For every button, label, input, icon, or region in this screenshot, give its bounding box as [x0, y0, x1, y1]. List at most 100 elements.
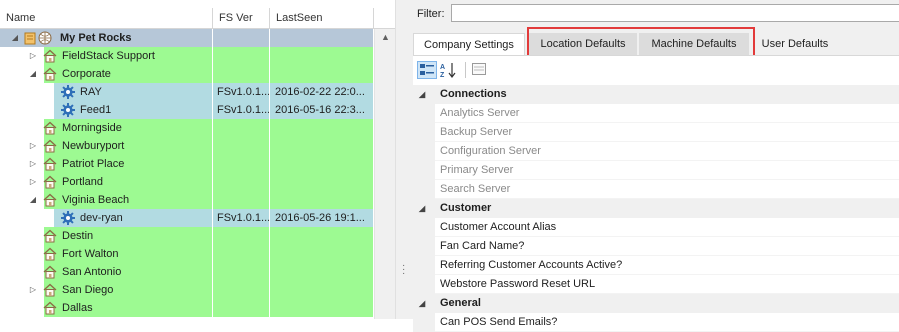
- property-label: Configuration Server: [440, 145, 541, 157]
- tree-row[interactable]: ▷ Portland: [0, 173, 374, 191]
- tree-row[interactable]: Dallas: [0, 299, 374, 317]
- property-gutter: [413, 256, 435, 275]
- property-row[interactable]: Search Server: [413, 180, 899, 199]
- tree-row[interactable]: RAY FSv1.0.1... 2016-02-22 22:0...: [0, 83, 374, 101]
- property-row[interactable]: Customer Account Alias: [413, 218, 899, 237]
- house-icon: [42, 120, 58, 136]
- last-seen-cell: [270, 155, 374, 173]
- tree-node-label: San Antonio: [62, 266, 122, 278]
- property-row[interactable]: Analytics Server: [413, 104, 899, 123]
- tree-row[interactable]: ◢ Corporate: [0, 65, 374, 83]
- row-highlight: [54, 83, 212, 101]
- column-header-name[interactable]: Name: [0, 8, 213, 28]
- splitter-grip-icon[interactable]: · · ·: [402, 261, 406, 279]
- collapse-arrow-icon[interactable]: ◢: [419, 294, 425, 313]
- fs-ver-cell: [213, 299, 270, 317]
- house-icon: [42, 246, 58, 262]
- name-cell: San Antonio: [0, 263, 213, 281]
- svg-text:A: A: [440, 64, 445, 71]
- toolbar-separator: [465, 62, 466, 78]
- name-cell: ◢ Viginia Beach: [0, 191, 213, 209]
- last-seen-cell: [270, 281, 374, 299]
- tree-row[interactable]: ▷ Patriot Place: [0, 155, 374, 173]
- fs-ver-cell: [213, 155, 270, 173]
- last-seen-cell: [270, 119, 374, 137]
- expand-arrow-icon[interactable]: ▷: [28, 47, 38, 65]
- property-gutter: [413, 218, 435, 237]
- name-cell: ◢ My Pet Rocks: [0, 29, 213, 47]
- property-pages-icon[interactable]: [470, 61, 490, 79]
- property-gutter: [413, 313, 435, 332]
- property-category[interactable]: ◢ Connections: [413, 85, 899, 104]
- panel-splitter[interactable]: · · ·: [395, 0, 414, 319]
- expand-arrow-icon[interactable]: ▷: [28, 137, 38, 155]
- tree-node-label: Corporate: [62, 68, 111, 80]
- property-row[interactable]: Webstore Password Reset URL: [413, 275, 899, 294]
- tree-node-label: San Diego: [62, 284, 114, 296]
- property-label: Can POS Send Emails?: [440, 316, 558, 328]
- tab-machine-defaults[interactable]: Machine Defaults: [639, 33, 749, 55]
- expand-arrow-icon[interactable]: ▷: [28, 281, 38, 299]
- house-icon: [42, 282, 58, 298]
- tree-row[interactable]: ▷ San Diego: [0, 281, 374, 299]
- name-cell: Morningside: [0, 119, 213, 137]
- tree-row[interactable]: ▷ Newburyport: [0, 137, 374, 155]
- settings-tabs: Company Settings Location Defaults Machi…: [413, 33, 899, 55]
- filter-input[interactable]: [451, 4, 899, 22]
- scroll-up-arrow-icon[interactable]: ▲: [375, 29, 395, 46]
- column-header-last-seen[interactable]: LastSeen: [270, 8, 374, 28]
- property-row[interactable]: Referring Customer Accounts Active?: [413, 256, 899, 275]
- alphabetical-sort-icon[interactable]: A Z: [439, 61, 459, 79]
- last-seen-cell: [270, 263, 374, 281]
- row-highlight: [54, 101, 212, 119]
- property-category[interactable]: ◢ Customer: [413, 199, 899, 218]
- collapse-arrow-icon[interactable]: ◢: [28, 65, 38, 83]
- collapse-arrow-icon[interactable]: ◢: [28, 191, 38, 209]
- house-icon: [42, 300, 58, 316]
- property-gutter: [413, 180, 435, 199]
- tree-node-label: Destin: [62, 230, 94, 242]
- tree-row[interactable]: Morningside: [0, 119, 374, 137]
- property-row[interactable]: Backup Server: [413, 123, 899, 142]
- fs-ver-cell: [213, 227, 270, 245]
- tab-location-defaults[interactable]: Location Defaults: [529, 33, 637, 55]
- expand-arrow-icon[interactable]: ▷: [28, 173, 38, 191]
- column-header-fs-ver[interactable]: FS Ver: [213, 8, 270, 28]
- vertical-scrollbar[interactable]: ▲: [374, 29, 395, 319]
- property-category[interactable]: ◢ General: [413, 294, 899, 313]
- last-seen-cell: [270, 227, 374, 245]
- categorized-icon[interactable]: [417, 61, 437, 79]
- tab-user-defaults[interactable]: User Defaults: [756, 33, 834, 55]
- tree-row[interactable]: dev-ryan FSv1.0.1... 2016-05-26 19:1...: [0, 209, 374, 227]
- last-seen-cell: 2016-05-16 22:3...: [270, 101, 374, 119]
- collapse-arrow-icon[interactable]: ◢: [419, 85, 425, 104]
- category-label: Connections: [440, 88, 507, 100]
- property-grid-toolbar: A Z: [413, 56, 899, 84]
- name-cell: ▷ San Diego: [0, 281, 213, 299]
- property-row[interactable]: Configuration Server: [413, 142, 899, 161]
- collapse-arrow-icon[interactable]: ◢: [419, 199, 425, 218]
- expand-arrow-icon[interactable]: ▷: [28, 155, 38, 173]
- tab-company-settings[interactable]: Company Settings: [413, 33, 525, 55]
- property-row[interactable]: Fan Card Name?: [413, 237, 899, 256]
- tree-row[interactable]: Fort Walton: [0, 245, 374, 263]
- tree-rows: ◢ My Pet Rocks ▷ FieldStack Support ◢ Corpora…: [0, 29, 374, 319]
- root-org-icon: [24, 30, 54, 46]
- tree-node-label: Viginia Beach: [62, 194, 130, 206]
- house-icon: [42, 174, 58, 190]
- row-highlight: [54, 209, 212, 227]
- property-row[interactable]: Primary Server: [413, 161, 899, 180]
- tree-row[interactable]: Destin: [0, 227, 374, 245]
- property-label: Referring Customer Accounts Active?: [440, 259, 623, 271]
- tree-row[interactable]: Feed1 FSv1.0.1... 2016-05-16 22:3...: [0, 101, 374, 119]
- tree-row[interactable]: ◢ My Pet Rocks: [0, 29, 374, 47]
- property-gutter: [413, 275, 435, 294]
- collapse-arrow-icon[interactable]: ◢: [10, 29, 20, 47]
- name-cell: ▷ FieldStack Support: [0, 47, 213, 65]
- tree-row[interactable]: San Antonio: [0, 263, 374, 281]
- property-row[interactable]: Can POS Send Emails?: [413, 313, 899, 332]
- house-icon: [42, 66, 58, 82]
- tree-row[interactable]: ◢ Viginia Beach: [0, 191, 374, 209]
- last-seen-cell: 2016-02-22 22:0...: [270, 83, 374, 101]
- tree-row[interactable]: ▷ FieldStack Support: [0, 47, 374, 65]
